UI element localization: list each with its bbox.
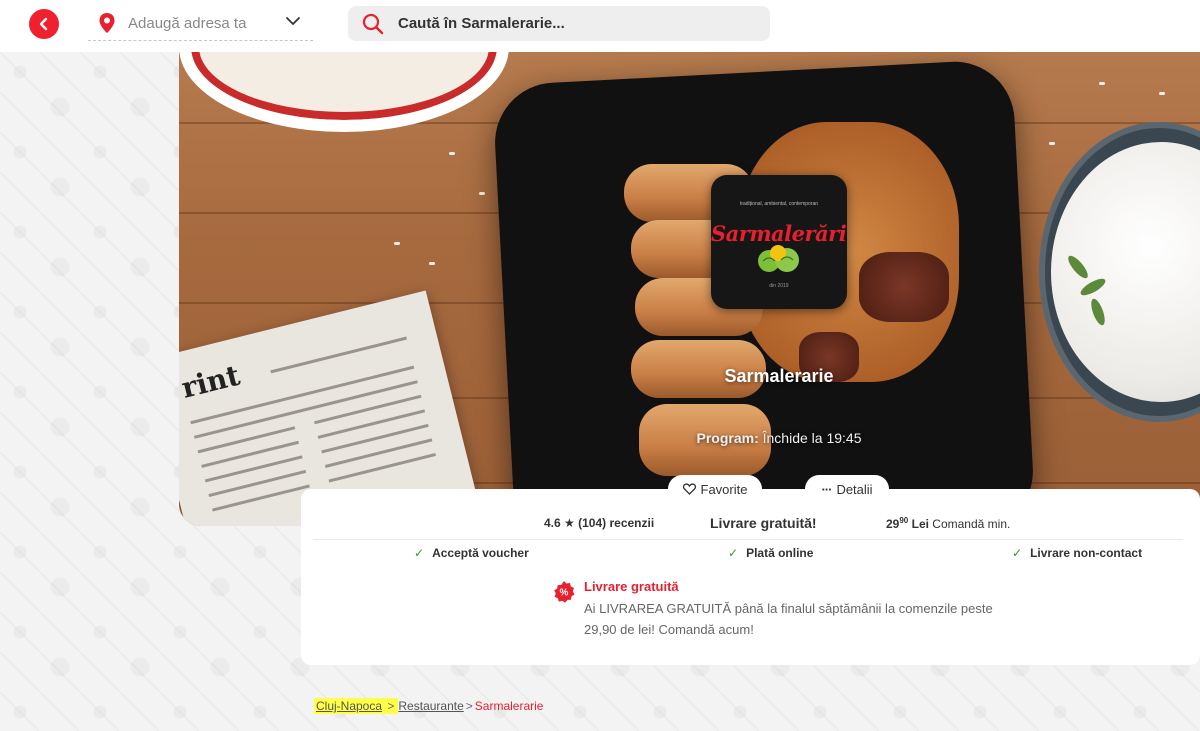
min-order-label: Comandă min. [932,517,1011,531]
opening-hours: Program: Închide la 19:45 [619,430,939,446]
check-icon: ✓ [728,546,739,560]
card-divider [313,539,1183,540]
logo-wordmark: Sarmalerărie [711,221,847,246]
search-input[interactable] [398,15,758,32]
address-selector[interactable]: Adaugă adresa ta [88,6,313,41]
breadcrumb-highlight: Cluj-Napoca > [314,698,399,714]
restaurant-info-card: 4.6 ★ (104) recenzii Livrare gratuită! 2… [301,489,1200,665]
search-bar[interactable] [348,6,770,41]
breadcrumb-separator: > [387,699,395,713]
program-label: Program: [696,430,759,446]
min-order-dec: 90 [899,516,909,525]
min-order-int: 29 [886,517,900,531]
min-order-stat: 2990 Lei Comandă min. [886,516,1010,531]
favorite-button[interactable]: Favorite [668,475,762,503]
rice-grain [429,262,435,265]
feature-label: Plată online [746,546,814,560]
discount-badge-icon: % [554,581,575,603]
details-label: Detalii [836,481,873,497]
feature-voucher: ✓ Acceptă voucher [414,546,529,560]
breadcrumb-separator: > [465,699,473,713]
back-button[interactable] [29,9,59,39]
restaurant-name: Sarmalerarie [724,366,834,386]
promo-title: Livrare gratuită [584,579,679,594]
check-icon: ✓ [1012,546,1023,560]
hero-banner: rint tradițional, ambiental, contemporan… [179,52,1200,526]
rice-grain [479,192,485,195]
breadcrumb: Cluj-Napoca > Restaurante > Sarmalerarie [314,698,543,714]
rice-grain [394,242,400,245]
breadcrumb-city-link[interactable]: Cluj-Napoca [316,699,382,713]
promo-text: Ai LIVRAREA GRATUITĂ până la finalul săp… [584,601,993,637]
rice-grain [1159,92,1165,95]
cabbage-logo-icon [758,245,799,272]
rice-grain [1049,142,1055,145]
free-delivery-stat: Livrare gratuită! [710,515,817,531]
top-bar: Adaugă adresa ta [0,0,1200,52]
more-dots-icon: ··· [821,481,832,497]
meat-garnish [859,252,949,322]
logo-since: din 2019 [769,283,789,289]
rating-value: 4.6 [544,516,561,530]
address-placeholder: Adaugă adresa ta [128,14,247,32]
ceramic-plate [179,52,509,132]
restaurant-logo: tradițional, ambiental, contemporan Sarm… [711,175,847,309]
breadcrumb-current: Sarmalerarie [474,699,544,713]
star-icon: ★ [564,516,575,530]
feature-contactless: ✓ Livrare non-contact [1012,546,1142,560]
logo-tagline: tradițional, ambiental, contemporan [739,201,819,207]
check-icon: ✓ [414,546,425,560]
feature-label: Acceptă voucher [432,546,529,560]
breadcrumb-category-link[interactable]: Restaurante [398,699,463,713]
search-icon [362,13,384,34]
location-pin-icon [99,13,115,33]
chevron-down-icon [286,17,300,26]
reviews-count: (104) recenzii [578,516,655,530]
rice-grain [449,152,455,155]
feature-label: Livrare non-contact [1030,546,1143,560]
chevron-left-icon [39,17,48,31]
rating-stat[interactable]: 4.6 ★ (104) recenzii [544,516,654,530]
rice-grain [1099,82,1105,85]
program-value: Închide la 19:45 [762,430,862,446]
newspaper-masthead: rint [179,358,244,405]
min-order-currency: Lei [911,517,929,531]
favorite-label: Favorite [700,481,748,497]
badge-symbol: % [560,588,569,599]
details-button[interactable]: ··· Detalii [805,475,889,503]
heart-icon [682,483,696,495]
feature-online-payment: ✓ Plată online [728,546,813,560]
